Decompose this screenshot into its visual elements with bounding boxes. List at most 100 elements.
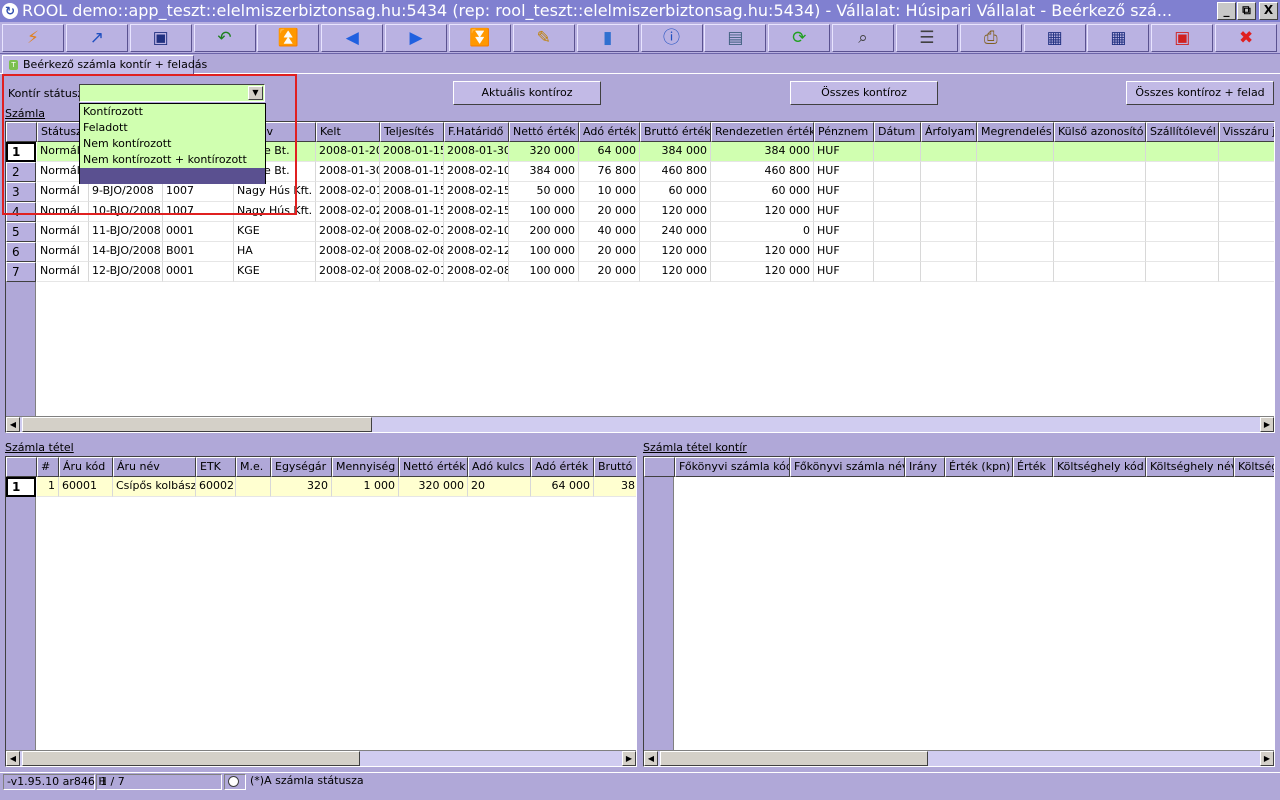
item-col-header[interactable]: Áru kód: [59, 457, 113, 477]
invoice-cell[interactable]: 2008-02-08: [316, 262, 380, 282]
invoice-cell[interactable]: [874, 222, 921, 242]
invoice-cell[interactable]: 2008-02-15: [444, 182, 509, 202]
invoice-row-number[interactable]: 5: [6, 222, 36, 242]
invoice-cell[interactable]: 2008-02-08: [380, 242, 444, 262]
item-cell[interactable]: 1 000: [332, 477, 399, 497]
account-col-header[interactable]: Főkönyvi számla név: [790, 457, 905, 477]
invoice-cell[interactable]: 120 000: [711, 242, 814, 262]
invoice-row-number[interactable]: 6: [6, 242, 36, 262]
previous-record-button[interactable]: ◀: [321, 24, 384, 52]
invoice-cell[interactable]: [1146, 242, 1219, 262]
account-col-header[interactable]: Érték (kpn): [945, 457, 1013, 477]
invoice-cell[interactable]: [874, 142, 921, 162]
item-horizontal-scrollbar[interactable]: ◀ ▶: [6, 750, 636, 766]
invoice-cell[interactable]: [1219, 142, 1274, 162]
window-close-button[interactable]: X: [1259, 2, 1278, 20]
first-record-button[interactable]: ⏫: [257, 24, 320, 52]
invoice-cell[interactable]: [1219, 262, 1274, 282]
invoice-cell[interactable]: [1054, 262, 1146, 282]
invoice-cell[interactable]: 64 000: [579, 142, 640, 162]
invoice-cell[interactable]: [874, 162, 921, 182]
item-cell[interactable]: 320 000: [399, 477, 468, 497]
grid-export-button[interactable]: ▦: [1023, 24, 1086, 52]
invoice-cell[interactable]: HUF: [814, 182, 874, 202]
tab-invoice-accounting[interactable]: T Beérkező számla kontír + feladás: [2, 55, 207, 75]
invoice-cell[interactable]: 2008-01-30: [316, 162, 380, 182]
account-col-header[interactable]: Érték: [1013, 457, 1053, 477]
invoice-cell[interactable]: [921, 242, 977, 262]
item-col-header[interactable]: Adó kulcs: [468, 457, 531, 477]
invoice-cell[interactable]: [921, 222, 977, 242]
invoice-cell[interactable]: [1219, 162, 1274, 182]
invoice-cell[interactable]: [977, 202, 1054, 222]
invoice-cell[interactable]: [921, 162, 977, 182]
item-cell[interactable]: 1: [37, 477, 59, 497]
invoice-cell[interactable]: [1146, 202, 1219, 222]
item-cell[interactable]: 38: [594, 477, 636, 497]
item-col-header[interactable]: Áru név: [113, 457, 196, 477]
all-kontir-button[interactable]: Összes kontíroz: [790, 81, 938, 105]
invoice-col-header[interactable]: Visszáru je: [1219, 122, 1274, 142]
invoice-cell[interactable]: [977, 142, 1054, 162]
invoice-cell[interactable]: 120 000: [640, 262, 711, 282]
item-col-header[interactable]: Egységár: [271, 457, 332, 477]
invoice-cell[interactable]: 60 000: [711, 182, 814, 202]
restore-button[interactable]: ⧉: [1237, 2, 1256, 20]
invoice-cell[interactable]: [1054, 162, 1146, 182]
invoice-col-header[interactable]: Megrendelés: [977, 122, 1054, 142]
invoice-cell[interactable]: 12-BJO/2008: [89, 262, 163, 282]
invoice-cell[interactable]: [1146, 142, 1219, 162]
invoice-cell[interactable]: [977, 262, 1054, 282]
item-cell[interactable]: 64 000: [531, 477, 594, 497]
edit-button[interactable]: ✎: [512, 24, 575, 52]
invoice-col-header[interactable]: Árfolyam: [921, 122, 977, 142]
invoice-cell[interactable]: [874, 262, 921, 282]
search-button[interactable]: ⌕: [832, 24, 895, 52]
invoice-cell[interactable]: 50 000: [509, 182, 579, 202]
invoice-cell[interactable]: 0001: [163, 262, 234, 282]
invoice-cell[interactable]: 2008-02-15: [444, 202, 509, 222]
invoice-cell[interactable]: 14-BJO/2008: [89, 242, 163, 262]
print-button[interactable]: ⎙: [959, 24, 1022, 52]
invoice-cell[interactable]: 20 000: [579, 242, 640, 262]
invoice-cell[interactable]: 60 000: [640, 182, 711, 202]
account-col-header[interactable]: Irány: [905, 457, 945, 477]
invoice-cell[interactable]: 200 000: [509, 222, 579, 242]
invoice-cell[interactable]: Normál: [37, 222, 89, 242]
invoice-scroll-left-icon[interactable]: ◀: [6, 417, 20, 432]
invoice-cell[interactable]: HUF: [814, 242, 874, 262]
invoice-cell[interactable]: 20 000: [579, 202, 640, 222]
next-record-button[interactable]: ▶: [385, 24, 448, 52]
invoice-cell[interactable]: [1054, 222, 1146, 242]
minimize-button[interactable]: _: [1217, 2, 1236, 20]
bolt-button[interactable]: ⚡: [2, 24, 64, 52]
invoice-cell[interactable]: 460 800: [640, 162, 711, 182]
info-button[interactable]: ⓘ: [640, 24, 703, 52]
invoice-cell[interactable]: [1146, 262, 1219, 282]
invoice-cell[interactable]: B001: [163, 242, 234, 262]
invoice-cell[interactable]: KGE: [234, 262, 316, 282]
invoice-col-header[interactable]: Külső azonosító: [1054, 122, 1146, 142]
invoice-cell[interactable]: [921, 202, 977, 222]
invoice-cell[interactable]: [921, 262, 977, 282]
invoice-cell[interactable]: 2008-01-15: [380, 162, 444, 182]
invoice-cell[interactable]: [1054, 242, 1146, 262]
invoice-cell[interactable]: 0: [711, 222, 814, 242]
last-record-button[interactable]: ⏬: [448, 24, 511, 52]
invoice-cell[interactable]: [977, 162, 1054, 182]
item-col-header[interactable]: Bruttó é: [594, 457, 636, 477]
invoice-cell[interactable]: 240 000: [640, 222, 711, 242]
invoice-cell[interactable]: 76 800: [579, 162, 640, 182]
invoice-cell[interactable]: [1219, 202, 1274, 222]
invoice-cell[interactable]: 2008-01-15: [380, 182, 444, 202]
invoice-cell[interactable]: [977, 222, 1054, 242]
account-col-header[interactable]: Költséghely név: [1146, 457, 1234, 477]
invoice-cell[interactable]: 2008-02-01: [380, 222, 444, 242]
account-col-header[interactable]: Költséghely kód: [1053, 457, 1146, 477]
item-row-number[interactable]: 1: [6, 477, 36, 497]
all-kontir-send-button[interactable]: Összes kontíroz + felad: [1126, 81, 1274, 105]
invoice-cell[interactable]: [1219, 242, 1274, 262]
invoice-horizontal-scrollbar[interactable]: ◀ ▶: [6, 416, 1274, 432]
item-cell[interactable]: [236, 477, 271, 497]
invoice-col-header[interactable]: F.Határidő: [444, 122, 509, 142]
